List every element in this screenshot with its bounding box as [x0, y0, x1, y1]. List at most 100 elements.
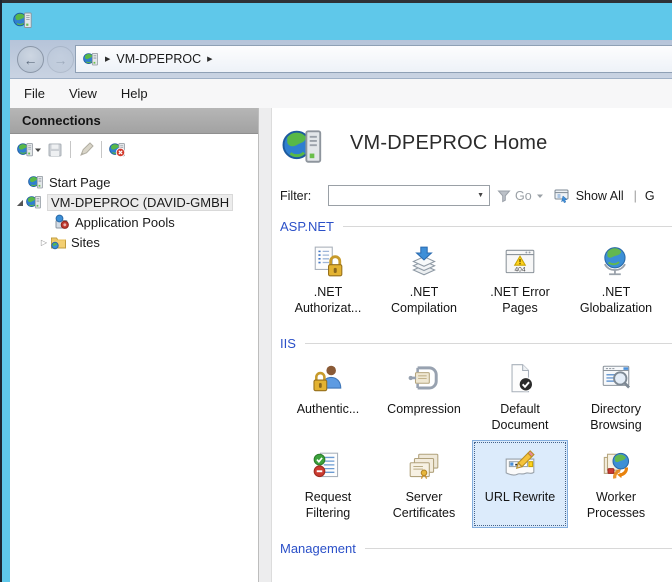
- forward-button: →: [47, 46, 74, 73]
- net-globalization-icon: [599, 245, 633, 279]
- tree-item-server[interactable]: ◢ VM-DPEPROC (DAVID-GMBH: [10, 192, 258, 212]
- menu-bar: File View Help: [10, 79, 672, 108]
- compression-icon: [407, 362, 441, 396]
- net-authorization-icon: [311, 245, 345, 279]
- window-frame-top: [0, 0, 672, 3]
- expander-collapsed-icon[interactable]: ▷: [38, 238, 50, 247]
- feature-directory-browsing[interactable]: Directory Browsing: [568, 352, 664, 440]
- breadcrumb-server[interactable]: VM-DPEPROC: [116, 52, 201, 66]
- iis-manager-icon: [13, 10, 33, 30]
- connections-toolbar: [10, 134, 258, 165]
- worker-processes-icon: [599, 450, 633, 484]
- server-certificates-icon: [407, 450, 441, 484]
- go-up-icon: [78, 142, 94, 158]
- toolbar-separator: [101, 141, 102, 158]
- start-page-icon: [28, 174, 44, 190]
- feature-net-authorization[interactable]: .NET Authorizat...: [280, 235, 376, 323]
- feature-label: Worker Processes: [571, 489, 661, 521]
- application-pools-icon: [54, 214, 70, 230]
- show-all-button[interactable]: Show All: [554, 188, 624, 203]
- feature-label: Directory Browsing: [571, 401, 661, 433]
- section-title: Management: [280, 541, 356, 556]
- url-rewrite-icon: [503, 450, 537, 484]
- feature-authentication[interactable]: Authentic...: [280, 352, 376, 440]
- server-home-icon: [282, 123, 324, 169]
- feature-label: .NET Globalization: [571, 284, 661, 316]
- feature-label: .NET Error Pages: [475, 284, 565, 316]
- tree-item-application-pools[interactable]: Application Pools: [10, 212, 258, 232]
- feature-label: URL Rewrite: [485, 489, 555, 505]
- feature-label: .NET Compilation: [379, 284, 469, 316]
- panel-splitter[interactable]: [259, 108, 272, 582]
- feature-label: Authentic...: [297, 401, 360, 417]
- expander-expanded-icon[interactable]: ◢: [14, 198, 26, 207]
- aspnet-feature-grid: .NET Authorizat... .NET Compilation: [280, 235, 664, 323]
- tree-label: Start Page: [49, 175, 110, 190]
- feature-net-compilation[interactable]: .NET Compilation: [376, 235, 472, 323]
- navigation-bar: ← → ▶ VM-DPEPROC ▶: [10, 40, 672, 79]
- section-divider: [305, 343, 672, 344]
- section-aspnet-header: ASP.NET: [280, 217, 672, 235]
- feature-view-header: VM-DPEPROC Home: [272, 108, 672, 169]
- window-frame-left: [0, 0, 2, 582]
- menu-file[interactable]: File: [24, 86, 45, 101]
- disconnect-button[interactable]: [109, 141, 126, 158]
- breadcrumb-arrow-icon[interactable]: ▶: [105, 55, 110, 63]
- section-title: IIS: [280, 336, 296, 351]
- feature-view: VM-DPEPROC Home Filter: ▼ Go: [272, 108, 672, 582]
- tree-label: Application Pools: [75, 215, 175, 230]
- tree-item-sites[interactable]: ▷ Sites: [10, 232, 258, 252]
- feature-label: .NET Authorizat...: [283, 284, 373, 316]
- feature-net-globalization[interactable]: .NET Globalization: [568, 235, 664, 323]
- section-title: ASP.NET: [280, 219, 334, 234]
- iis-feature-grid: Authentic... Compression: [280, 352, 664, 528]
- feature-label: Default Document: [475, 401, 565, 433]
- menu-view[interactable]: View: [69, 86, 97, 101]
- section-management-header: Management: [280, 539, 672, 557]
- save-connections-button[interactable]: [47, 142, 63, 158]
- filter-go-button: Go: [497, 189, 544, 203]
- window-frame-accent: [2, 3, 10, 582]
- menu-help[interactable]: Help: [121, 86, 148, 101]
- feature-net-error-pages[interactable]: 404 .NET Error Pages: [472, 235, 568, 323]
- feature-request-filtering[interactable]: Request Filtering: [280, 440, 376, 528]
- section-divider: [365, 548, 672, 549]
- net-compilation-icon: [407, 245, 441, 279]
- sites-icon: [50, 234, 66, 250]
- feature-compression[interactable]: Compression: [376, 352, 472, 440]
- default-document-icon: [503, 362, 537, 396]
- back-button[interactable]: ←: [17, 46, 44, 73]
- filter-input[interactable]: ▼: [328, 185, 490, 206]
- create-connection-button[interactable]: [17, 141, 42, 158]
- breadcrumb-arrow-icon[interactable]: ▶: [207, 55, 212, 63]
- feature-label: Request Filtering: [283, 489, 373, 521]
- combo-dropdown-icon[interactable]: ▼: [477, 192, 489, 199]
- net-error-pages-icon: 404: [503, 245, 537, 279]
- address-bar[interactable]: ▶ VM-DPEPROC ▶: [75, 45, 672, 73]
- connections-header: Connections: [10, 108, 258, 134]
- save-icon: [47, 142, 63, 158]
- funnel-icon: [497, 189, 511, 203]
- directory-browsing-icon: [599, 362, 633, 396]
- tree-item-start-page[interactable]: Start Page: [10, 172, 258, 192]
- tree-label: Sites: [71, 235, 100, 250]
- section-divider: [343, 226, 672, 227]
- feature-label: Server Certificates: [379, 489, 469, 521]
- svg-text:404: 404: [515, 267, 526, 274]
- tree-label: VM-DPEPROC (DAVID-GMBH: [47, 194, 233, 211]
- toolbar-separator: [70, 141, 71, 158]
- feature-url-rewrite[interactable]: URL Rewrite: [472, 440, 568, 528]
- go-label: Go: [515, 189, 532, 203]
- show-all-label: Show All: [576, 189, 624, 203]
- chevron-down-icon: [34, 146, 42, 154]
- feature-default-document[interactable]: Default Document: [472, 352, 568, 440]
- page-title: VM-DPEPROC Home: [350, 132, 547, 155]
- feature-server-certificates[interactable]: Server Certificates: [376, 440, 472, 528]
- go-up-button: [78, 142, 94, 158]
- create-connection-icon: [17, 141, 34, 158]
- section-iis-header: IIS: [280, 334, 672, 352]
- disconnect-icon: [109, 141, 126, 158]
- group-by-label-clipped: G: [645, 189, 655, 203]
- feature-worker-processes[interactable]: Worker Processes: [568, 440, 664, 528]
- request-filtering-icon: [311, 450, 345, 484]
